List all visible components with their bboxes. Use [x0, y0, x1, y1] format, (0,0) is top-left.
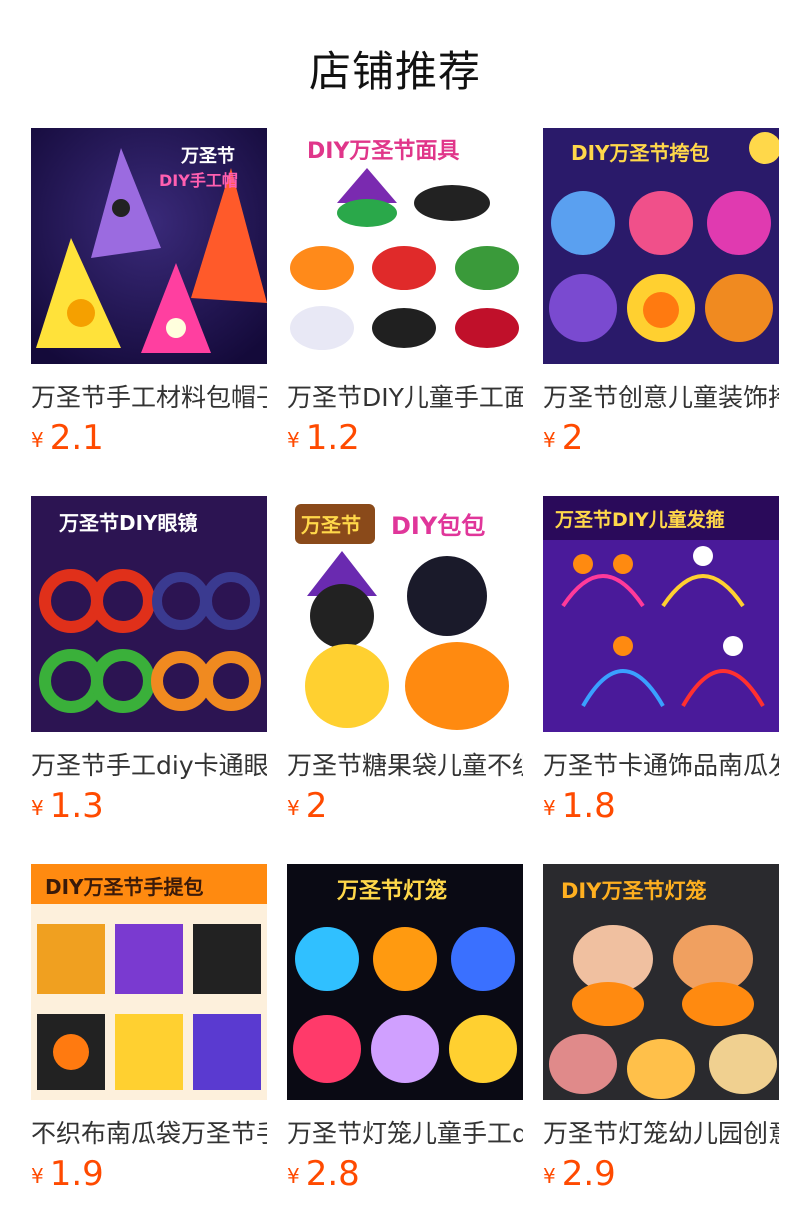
currency-symbol: ¥: [543, 1164, 556, 1188]
product-image[interactable]: 万圣节DIY儿童发箍: [543, 496, 779, 732]
currency-symbol: ¥: [543, 796, 556, 820]
currency-symbol: ¥: [287, 1164, 300, 1188]
price-value: 1.3: [49, 786, 104, 826]
product-image[interactable]: DIY万圣节手提包: [31, 864, 267, 1100]
product-image[interactable]: DIY万圣节挎包: [543, 128, 779, 364]
price-value: 2: [561, 418, 584, 458]
product-name[interactable]: 不织布南瓜袋万圣节手提包: [31, 1114, 267, 1150]
product-price: ¥2.9: [543, 1154, 616, 1194]
product-name[interactable]: 万圣节灯笼儿童手工diy: [287, 1114, 523, 1150]
svg-text:DIY包包: DIY包包: [391, 512, 485, 540]
product-image[interactable]: 万圣节DIY眼镜: [31, 496, 267, 732]
product-card[interactable]: 万圣节DIY眼镜 万圣节手工diy卡通眼镜 ¥1.3: [31, 496, 267, 826]
price-value: 1.8: [561, 786, 616, 826]
page-title: 店铺推荐: [308, 47, 481, 96]
product-name[interactable]: 万圣节卡通饰品南瓜发箍: [543, 746, 779, 782]
product-image[interactable]: 万圣节 DIY手工帽: [31, 128, 267, 364]
product-card[interactable]: 万圣节 DIY包包 万圣节糖果袋儿童不织布 ¥2: [287, 496, 523, 826]
product-name[interactable]: 万圣节糖果袋儿童不织布: [287, 746, 523, 782]
image-banner: 万圣节: [300, 513, 361, 537]
image-banner: DIY万圣节手提包: [45, 875, 204, 899]
price-value: 2.1: [49, 418, 104, 458]
image-banner: 万圣节DIY儿童发箍: [554, 508, 725, 531]
product-card[interactable]: DIY万圣节灯笼 万圣节灯笼幼儿园创意 ¥2.9: [543, 864, 779, 1194]
product-name[interactable]: 万圣节手工材料包帽子: [31, 378, 267, 414]
currency-symbol: ¥: [31, 428, 44, 452]
currency-symbol: ¥: [31, 1164, 44, 1188]
product-price: ¥1.8: [543, 786, 616, 826]
product-price: ¥1.3: [31, 786, 104, 826]
product-price: ¥1.2: [287, 418, 360, 458]
price-value: 1.2: [305, 418, 360, 458]
product-card[interactable]: DIY万圣节面具 万圣节DIY儿童手工面具 ¥1.2: [287, 128, 523, 458]
product-name[interactable]: 万圣节灯笼幼儿园创意: [543, 1114, 779, 1150]
price-value: 2: [305, 786, 328, 826]
image-banner: 万圣节灯笼: [336, 878, 447, 904]
currency-symbol: ¥: [287, 796, 300, 820]
product-card[interactable]: 万圣节 DIY手工帽 万圣节手工材料包帽子 ¥2.1: [31, 128, 267, 458]
image-banner: DIY万圣节面具: [307, 139, 459, 164]
product-image[interactable]: DIY万圣节灯笼: [543, 864, 779, 1100]
currency-symbol: ¥: [287, 428, 300, 452]
product-card[interactable]: DIY万圣节挎包 万圣节创意儿童装饰挎包 ¥2: [543, 128, 779, 458]
product-price: ¥2.8: [287, 1154, 360, 1194]
product-name[interactable]: 万圣节DIY儿童手工面具: [287, 378, 523, 414]
product-price: ¥2: [543, 418, 583, 458]
image-banner: 万圣节DIY眼镜: [58, 511, 198, 535]
product-image[interactable]: 万圣节 DIY包包: [287, 496, 523, 732]
product-name[interactable]: 万圣节创意儿童装饰挎包: [543, 378, 779, 414]
price-value: 1.9: [49, 1154, 104, 1194]
price-value: 2.9: [561, 1154, 616, 1194]
product-price: ¥2: [287, 786, 327, 826]
image-banner: DIY万圣节灯笼: [561, 879, 706, 903]
currency-symbol: ¥: [543, 428, 556, 452]
currency-symbol: ¥: [31, 796, 44, 820]
product-price: ¥2.1: [31, 418, 104, 458]
image-banner: DIY万圣节挎包: [571, 141, 710, 165]
product-name[interactable]: 万圣节手工diy卡通眼镜: [31, 746, 267, 782]
image-banner: 万圣节: [180, 146, 235, 167]
svg-text:DIY手工帽: DIY手工帽: [159, 171, 238, 190]
product-image[interactable]: DIY万圣节面具: [287, 128, 523, 364]
product-card[interactable]: DIY万圣节手提包 不织布南瓜袋万圣节手提包 ¥1.9: [31, 864, 267, 1194]
product-card[interactable]: 万圣节DIY儿童发箍 万圣节卡通饰品南瓜发箍 ¥1.8: [543, 496, 779, 826]
product-image[interactable]: 万圣节灯笼: [287, 864, 523, 1100]
product-card[interactable]: 万圣节灯笼 万圣节灯笼儿童手工diy ¥2.8: [287, 864, 523, 1194]
price-value: 2.8: [305, 1154, 360, 1194]
product-price: ¥1.9: [31, 1154, 104, 1194]
